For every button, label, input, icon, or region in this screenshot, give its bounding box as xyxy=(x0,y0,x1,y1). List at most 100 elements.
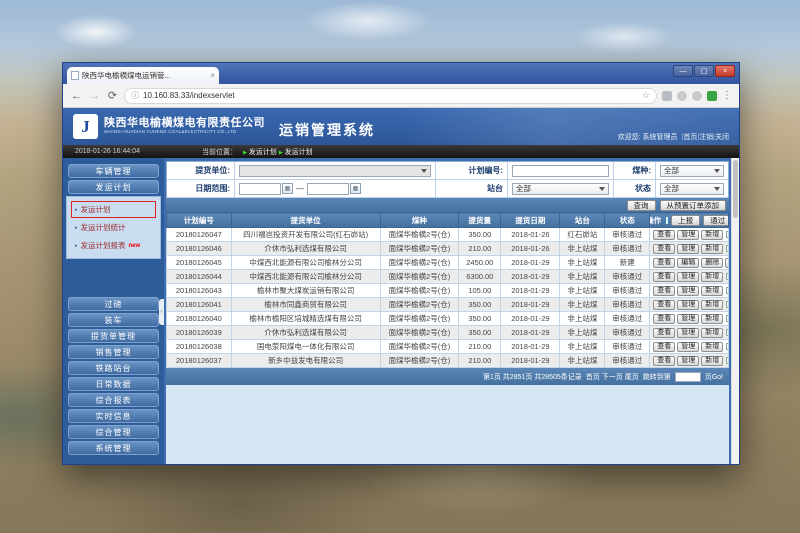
extension-icon-3[interactable] xyxy=(692,91,702,101)
back-icon[interactable]: ← xyxy=(70,90,83,102)
row-action-view-button[interactable]: 查看 xyxy=(653,230,675,240)
coal-select[interactable]: 全部 xyxy=(660,165,724,177)
row-action-add-button[interactable]: 新增 xyxy=(701,300,723,310)
row-checkbox[interactable] xyxy=(726,301,728,308)
extension-icon-2[interactable] xyxy=(677,91,687,101)
pagination-link[interactable]: 尾页 xyxy=(625,374,639,381)
window-close-button[interactable]: × xyxy=(715,65,735,77)
pagination-link[interactable]: 下一页 xyxy=(602,374,625,381)
row-action-view-button[interactable]: 查看 xyxy=(653,314,675,324)
status-select[interactable]: 全部 xyxy=(660,183,724,195)
sidebar-submenu-item[interactable]: ▸发运计划报表new xyxy=(71,237,156,254)
row-checkbox[interactable] xyxy=(726,329,728,336)
unit-select[interactable] xyxy=(239,165,431,177)
row-action-add-button[interactable]: 新增 xyxy=(701,356,723,366)
row-action-edit-button[interactable]: 编辑 xyxy=(677,258,699,268)
sidebar-submenu-item[interactable]: ▸发运计划 xyxy=(71,201,156,218)
row-checkbox[interactable] xyxy=(726,245,728,252)
sidebar-item[interactable]: 铁路站台 xyxy=(68,361,159,375)
sidebar-submenu-item[interactable]: ▸发运计划统计 xyxy=(71,219,156,236)
table-header-row: 计划编号 提货单位 煤种 提货量 提货日期 站台 状态 操作 xyxy=(167,213,729,228)
row-action-view-button[interactable]: 查看 xyxy=(653,258,675,268)
window-maximize-button[interactable]: ▢ xyxy=(694,65,714,77)
row-checkbox[interactable] xyxy=(726,231,728,238)
row-action-add-button[interactable]: 新增 xyxy=(701,272,723,282)
platform-select[interactable]: 全部 xyxy=(512,183,609,195)
row-action-manage-button[interactable]: 管理 xyxy=(677,286,699,296)
sidebar-item[interactable]: 日常数据 xyxy=(68,377,159,391)
row-action-manage-button[interactable]: 管理 xyxy=(677,342,699,352)
sidebar-item[interactable]: 综合报表 xyxy=(68,393,159,407)
plan-no-input[interactable] xyxy=(512,165,609,177)
row-checkbox[interactable] xyxy=(726,315,728,322)
page-scrollbar[interactable] xyxy=(731,158,739,464)
row-action-add-button[interactable]: 新增 xyxy=(701,342,723,352)
sidebar-collapse-handle[interactable]: ‹ xyxy=(159,299,164,325)
row-action-manage-button[interactable]: 管理 xyxy=(677,230,699,240)
submenu-label: 发运计划 xyxy=(81,204,111,215)
row-checkbox[interactable] xyxy=(726,273,728,280)
cell-date: 2018-01-29 xyxy=(501,298,560,312)
row-checkbox[interactable] xyxy=(726,343,728,350)
row-action-manage-button[interactable]: 管理 xyxy=(677,356,699,366)
row-action-view-button[interactable]: 查看 xyxy=(653,272,675,282)
reload-icon[interactable]: ⟳ xyxy=(106,89,119,102)
row-action-view-button[interactable]: 查看 xyxy=(653,342,675,352)
forward-icon[interactable]: → xyxy=(88,90,101,102)
row-action-manage-button[interactable]: 管理 xyxy=(677,314,699,324)
sidebar-item[interactable]: 过磅 xyxy=(68,297,159,311)
row-action-view-button[interactable]: 查看 xyxy=(653,244,675,254)
select-all-checkbox[interactable] xyxy=(666,217,668,224)
calendar-icon[interactable]: ▦ xyxy=(282,183,293,194)
bookmark-star-icon[interactable]: ☆ xyxy=(642,90,650,101)
row-action-manage-button[interactable]: 管理 xyxy=(677,328,699,338)
row-action-add-button[interactable]: 新增 xyxy=(701,314,723,324)
sidebar-item[interactable]: 发运计划 xyxy=(68,180,159,194)
row-action-manage-button[interactable]: 管理 xyxy=(677,244,699,254)
sidebar-item[interactable]: 销售管理 xyxy=(68,345,159,359)
site-info-icon[interactable]: ⓘ xyxy=(131,90,139,101)
header-link[interactable]: 注销 xyxy=(699,134,713,141)
date-to-input[interactable] xyxy=(307,183,349,195)
sidebar-item[interactable]: 系统管理 xyxy=(68,441,159,455)
header-link[interactable]: 关闭 xyxy=(715,134,729,141)
row-action-add-button[interactable]: 新增 xyxy=(701,230,723,240)
sidebar-item[interactable]: 装车 xyxy=(68,313,159,327)
window-minimize-button[interactable]: — xyxy=(673,65,693,77)
scrollbar-thumb[interactable] xyxy=(733,160,738,218)
header-link[interactable]: 首页 xyxy=(683,134,697,141)
breadcrumb-item[interactable]: 发运计划 xyxy=(284,149,312,156)
query-button[interactable]: 查询 xyxy=(627,200,656,211)
sidebar-item[interactable]: 实时信息 xyxy=(68,409,159,423)
row-action-view-button[interactable]: 查看 xyxy=(653,300,675,310)
row-action-manage-button[interactable]: 管理 xyxy=(677,272,699,282)
pagination-link[interactable]: 首页 xyxy=(586,374,602,381)
row-checkbox[interactable] xyxy=(726,287,728,294)
extension-icon-1[interactable] xyxy=(662,91,672,101)
row-action-add-button[interactable]: 新增 xyxy=(701,286,723,296)
date-from-input[interactable] xyxy=(239,183,281,195)
sidebar-item[interactable]: 车辆管理 xyxy=(68,164,159,178)
sidebar-item[interactable]: 综合管理 xyxy=(68,425,159,439)
row-action-view-button[interactable]: 查看 xyxy=(653,356,675,366)
row-action-add-button[interactable]: 新增 xyxy=(701,244,723,254)
row-action-view-button[interactable]: 查看 xyxy=(653,286,675,296)
row-action-add-button[interactable]: 新增 xyxy=(701,328,723,338)
add-from-preset-button[interactable]: 从预置订单添加 xyxy=(660,200,727,211)
row-action-add-button[interactable]: 新增 xyxy=(725,258,728,268)
sidebar-item[interactable]: 提货单管理 xyxy=(68,329,159,343)
extension-icon-4[interactable] xyxy=(707,91,717,101)
report-button[interactable]: 上报 xyxy=(671,215,700,226)
address-bar[interactable]: ⓘ 10.160.83.33/indexservlet ☆ xyxy=(124,88,657,104)
tab-close-icon[interactable]: × xyxy=(210,71,215,80)
row-checkbox[interactable] xyxy=(726,357,728,364)
browser-menu-icon[interactable]: ⋮ xyxy=(722,90,732,101)
row-action-view-button[interactable]: 查看 xyxy=(653,328,675,338)
approve-button[interactable]: 通过 xyxy=(703,215,728,226)
browser-tab[interactable]: 陕西华电榆横煤电运销管... × xyxy=(67,67,219,84)
row-action-delete-button[interactable]: 删除 xyxy=(701,258,723,268)
jump-page-input[interactable] xyxy=(675,372,701,382)
calendar-icon[interactable]: ▦ xyxy=(350,183,361,194)
row-action-manage-button[interactable]: 管理 xyxy=(677,300,699,310)
breadcrumb-item[interactable]: 发运计划 xyxy=(249,149,279,156)
